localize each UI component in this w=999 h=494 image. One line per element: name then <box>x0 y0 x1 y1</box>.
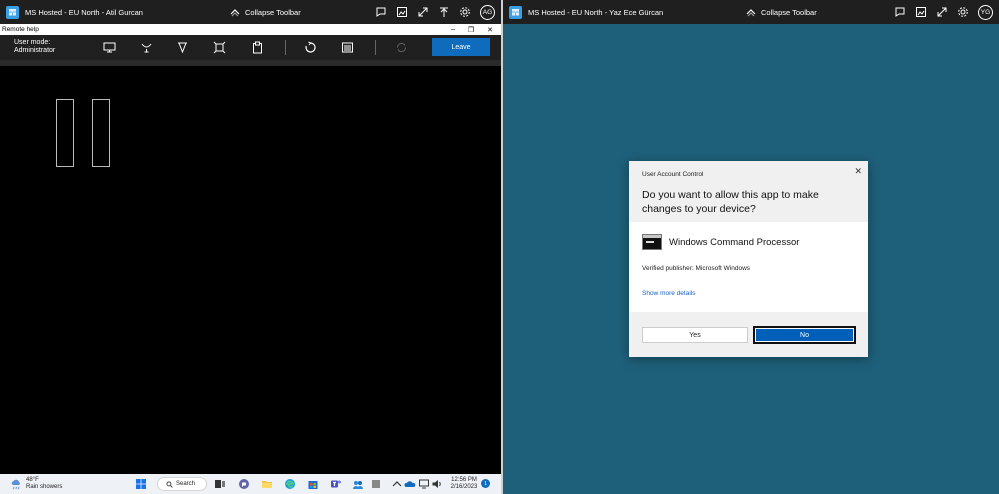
chevron-up-icon[interactable] <box>391 478 402 490</box>
pause-icon-left-bar <box>56 99 74 167</box>
chevron-up-icon <box>229 6 241 18</box>
close-icon[interactable]: ✕ <box>487 26 493 34</box>
teams-icon[interactable] <box>330 478 342 490</box>
chevron-up-icon <box>745 6 757 18</box>
remote-help-window-title: Remote help <box>2 26 39 33</box>
left-session-pane: MS Hosted - EU North - Atil Gurcan Colla… <box>0 0 501 494</box>
feedback-icon[interactable] <box>375 6 387 18</box>
fullscreen-icon[interactable] <box>417 6 429 18</box>
toolbar-separator <box>285 40 286 55</box>
clock-time: 12:56 PM <box>451 477 477 483</box>
right-collapse-toolbar-button[interactable]: Collapse Toolbar <box>745 6 817 18</box>
edge-browser-icon[interactable] <box>284 478 296 490</box>
remote-help-toolbar: User mode: Administrator Leave <box>0 35 501 60</box>
uac-header: User Account Control ✕ Do you want to al… <box>629 161 868 222</box>
taskbar-clock[interactable]: 12:56 PM 2/16/2023 <box>447 477 481 491</box>
left-session-toolbar: MS Hosted - EU North - Atil Gurcan Colla… <box>0 0 501 24</box>
uac-question: Do you want to allow this app to make ch… <box>642 189 819 215</box>
pause-icon-right-bar <box>92 99 110 167</box>
weather-condition: Rain showers <box>26 484 63 490</box>
settings-gear-icon[interactable] <box>459 6 471 18</box>
laser-pointer-icon[interactable] <box>140 41 153 54</box>
right-session-toolbar: MS Hosted - EU North - Yaz Ece Gürcan Co… <box>503 0 999 24</box>
remote-help-strip <box>0 60 501 66</box>
actual-size-icon[interactable] <box>213 41 226 54</box>
start-windows-icon[interactable] <box>135 478 147 490</box>
monitor-select-icon[interactable] <box>103 41 116 54</box>
screenshot-icon[interactable] <box>396 6 408 18</box>
command-prompt-icon <box>642 234 662 250</box>
uac-header-label: User Account Control <box>642 171 704 178</box>
windows-taskbar: 48°F Rain showers Search 12:56 PM 2/16/2… <box>0 474 501 494</box>
teams-chat-icon[interactable] <box>238 478 250 490</box>
notification-badge[interactable]: 1 <box>481 479 490 488</box>
weather-temperature: 48°F <box>26 477 39 483</box>
clock-date: 2/16/2023 <box>450 484 478 490</box>
windows365-logo-icon <box>509 5 522 19</box>
task-manager-icon[interactable] <box>341 41 354 54</box>
right-session-title: MS Hosted - EU North - Yaz Ece Gürcan <box>528 7 664 17</box>
screenshot-icon[interactable] <box>915 6 927 18</box>
pen-annotation-icon[interactable] <box>176 41 189 54</box>
task-view-icon[interactable] <box>214 478 226 490</box>
user-mode-value: Administrator <box>14 47 56 54</box>
pinned-app-icon[interactable] <box>370 478 382 490</box>
onedrive-cloud-icon[interactable] <box>404 478 416 490</box>
restart-icon[interactable] <box>304 41 317 54</box>
restore-icon[interactable]: ❐ <box>468 26 474 34</box>
taskbar-search-box[interactable]: Search <box>157 477 207 491</box>
left-user-avatar[interactable]: AG <box>480 4 495 20</box>
search-label: Search <box>176 481 196 487</box>
feedback-icon[interactable] <box>894 6 906 18</box>
right-session-pane: MS Hosted - EU North - Yaz Ece Gürcan Co… <box>503 0 999 494</box>
file-explorer-icon[interactable] <box>261 478 273 490</box>
user-mode-label: User mode: <box>14 39 51 46</box>
show-more-details-link[interactable]: Show more details <box>642 290 695 297</box>
leave-button[interactable]: Leave <box>432 38 490 56</box>
close-icon[interactable]: ✕ <box>854 166 862 177</box>
clipboard-icon[interactable] <box>251 41 264 54</box>
store-icon[interactable] <box>307 478 319 490</box>
left-collapse-toolbar-button[interactable]: Collapse Toolbar <box>229 6 301 18</box>
pin-top-icon[interactable] <box>438 6 450 18</box>
no-button[interactable]: No <box>753 326 856 344</box>
sync-icon <box>395 41 408 54</box>
settings-gear-icon[interactable] <box>957 6 969 18</box>
remote-help-app-icon[interactable] <box>352 478 364 490</box>
left-collapse-label: Collapse Toolbar <box>245 7 301 17</box>
uac-app-name: Windows Command Processor <box>669 237 800 248</box>
rain-cloud-icon <box>10 478 22 490</box>
uac-publisher: Verified publisher: Microsoft Windows <box>642 265 751 272</box>
uac-footer: Yes No <box>629 312 868 357</box>
left-session-title: MS Hosted - EU North - Atil Gurcan <box>25 7 143 17</box>
windows365-logo-icon <box>6 5 19 19</box>
right-collapse-label: Collapse Toolbar <box>761 7 817 17</box>
search-icon <box>166 480 173 488</box>
toolbar-separator <box>375 40 376 55</box>
weather-widget[interactable]: 48°F Rain showers <box>10 477 62 491</box>
remote-help-titlebar: Remote help – ❐ ✕ <box>0 24 501 35</box>
user-mode-info: User mode: Administrator <box>14 39 55 55</box>
fullscreen-icon[interactable] <box>936 6 948 18</box>
network-monitor-icon[interactable] <box>418 478 430 490</box>
yes-button[interactable]: Yes <box>642 327 748 343</box>
uac-dialog: User Account Control ✕ Do you want to al… <box>629 161 868 357</box>
volume-icon[interactable] <box>431 478 443 490</box>
right-user-avatar[interactable]: YG <box>978 4 993 20</box>
minimize-icon[interactable]: – <box>451 26 455 33</box>
